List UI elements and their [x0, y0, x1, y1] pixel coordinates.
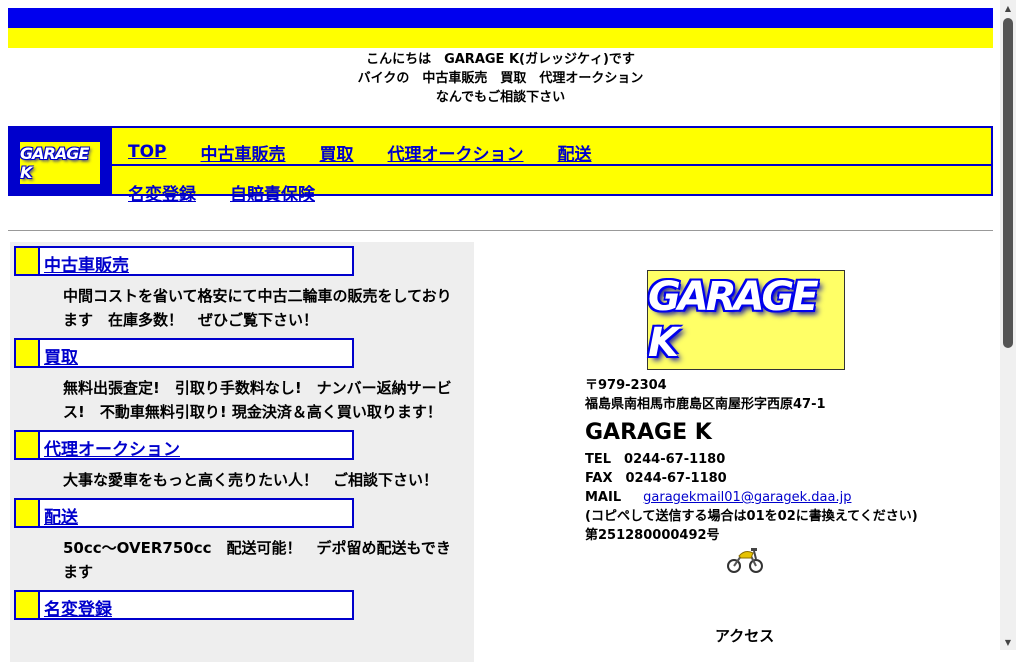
nav-link-auction[interactable]: 代理オークション — [388, 140, 524, 165]
nav-logo-cell: GARAGE K — [10, 128, 112, 194]
greeting-line-1: こんにちは GARAGE K(ガレッジケィ)です — [366, 52, 635, 67]
mail-link[interactable]: garagekmail01@garagek.daa.jp — [643, 490, 851, 505]
top-blue-bar — [8, 8, 993, 28]
vertical-scrollbar[interactable]: ▲ ▼ — [1000, 0, 1016, 650]
section-desc-auction: 大事な愛車をもっと高く売りたい人！ ご相談下さい！ — [63, 471, 439, 489]
section-marker — [16, 592, 40, 618]
company-info: 〒979-2304 福島県南相馬市鹿島区南屋形字西原47-1 GARAGE K … — [585, 376, 918, 545]
separator — [8, 230, 993, 231]
nav-link-delivery[interactable]: 配送 — [558, 140, 592, 165]
services-column: 中古車販売 中間コストを省いて格安にて中古二輪車の販売をしております 在庫多数！… — [10, 242, 474, 662]
fax: FAX 0244-67-1180 — [585, 471, 727, 486]
nav-link-insurance[interactable]: 自賠責保険 — [230, 180, 315, 205]
greeting-line-3: なんでもご相談下さい — [435, 90, 566, 105]
scroll-up-arrow-icon[interactable]: ▲ — [1000, 0, 1016, 16]
mail-label: MAIL — [585, 490, 622, 505]
section-desc-purchase: 無料出張査定! 引取り手数料なし! ナンバー返納サービス! 不動車無料引取り! … — [63, 379, 452, 421]
section-title-registration: 名変登録 — [14, 590, 354, 620]
nav-link-used-sales[interactable]: 中古車販売 — [201, 140, 286, 165]
nav-row-2: 名変登録 自賠責保険 — [128, 172, 991, 212]
access-heading: アクセス — [715, 627, 775, 645]
section-link-purchase[interactable]: 買取 — [44, 343, 78, 368]
section-marker — [16, 432, 40, 458]
motorbike-icon — [725, 544, 765, 578]
section-marker — [16, 340, 40, 366]
mail-row: MAIL garagekmail01@garagek.daa.jp — [585, 488, 918, 507]
nav-link-top[interactable]: TOP — [128, 142, 167, 162]
section-link-auction[interactable]: 代理オークション — [44, 435, 180, 460]
nav-link-purchase[interactable]: 買取 — [320, 140, 354, 165]
section-marker — [16, 248, 40, 274]
nav-row-1: TOP 中古車販売 買取 代理オークション 配送 — [128, 132, 991, 172]
section-marker — [16, 500, 40, 526]
section-title-delivery: 配送 — [14, 498, 354, 528]
company-logo: GARAGE K — [647, 270, 845, 370]
postal-code: 〒979-2304 — [585, 378, 667, 393]
section-title-used-sales: 中古車販売 — [14, 246, 354, 276]
logo-text: GARAGE K — [20, 144, 89, 182]
greeting: こんにちは GARAGE K(ガレッジケィ)です バイクの 中古車販売 買取 代… — [8, 50, 993, 107]
section-desc-delivery: 50cc～OVER750cc 配送可能！ デポ留め配送もできます — [63, 539, 451, 581]
section-desc-used-sales: 中間コストを省いて格安にて中古二輪車の販売をしております 在庫多数！ ぜひご覧下… — [63, 287, 452, 329]
section-link-registration[interactable]: 名変登録 — [44, 595, 112, 620]
nav-link-registration[interactable]: 名変登録 — [128, 180, 196, 205]
tel: TEL 0244-67-1180 — [585, 452, 726, 467]
site-logo[interactable]: GARAGE K — [20, 142, 100, 184]
section-link-used-sales[interactable]: 中古車販売 — [44, 251, 129, 276]
address: 福島県南相馬市鹿島区南屋形字西原47-1 — [585, 397, 826, 412]
license-number: 第251280000492号 — [585, 528, 720, 543]
section-title-auction: 代理オークション — [14, 430, 354, 460]
section-title-purchase: 買取 — [14, 338, 354, 368]
main-nav: GARAGE K TOP 中古車販売 買取 代理オークション 配送 名変登録 自… — [8, 126, 993, 205]
top-yellow-bar — [8, 28, 993, 48]
company-logo-text: GARAGE K — [648, 274, 819, 366]
section-link-delivery[interactable]: 配送 — [44, 503, 78, 528]
company-name: GARAGE K — [585, 420, 712, 445]
greeting-line-2: バイクの 中古車販売 買取 代理オークション — [357, 71, 644, 86]
scrollbar-thumb[interactable] — [1003, 18, 1013, 348]
scroll-down-arrow-icon[interactable]: ▼ — [1000, 634, 1016, 650]
page: こんにちは GARAGE K(ガレッジケィ)です バイクの 中古車販売 買取 代… — [8, 8, 993, 205]
company-info-column: GARAGE K 〒979-2304 福島県南相馬市鹿島区南屋形字西原47-1 … — [480, 242, 1000, 652]
mail-note: (コピペして送信する場合は01を02に書換えてください) — [585, 509, 918, 524]
